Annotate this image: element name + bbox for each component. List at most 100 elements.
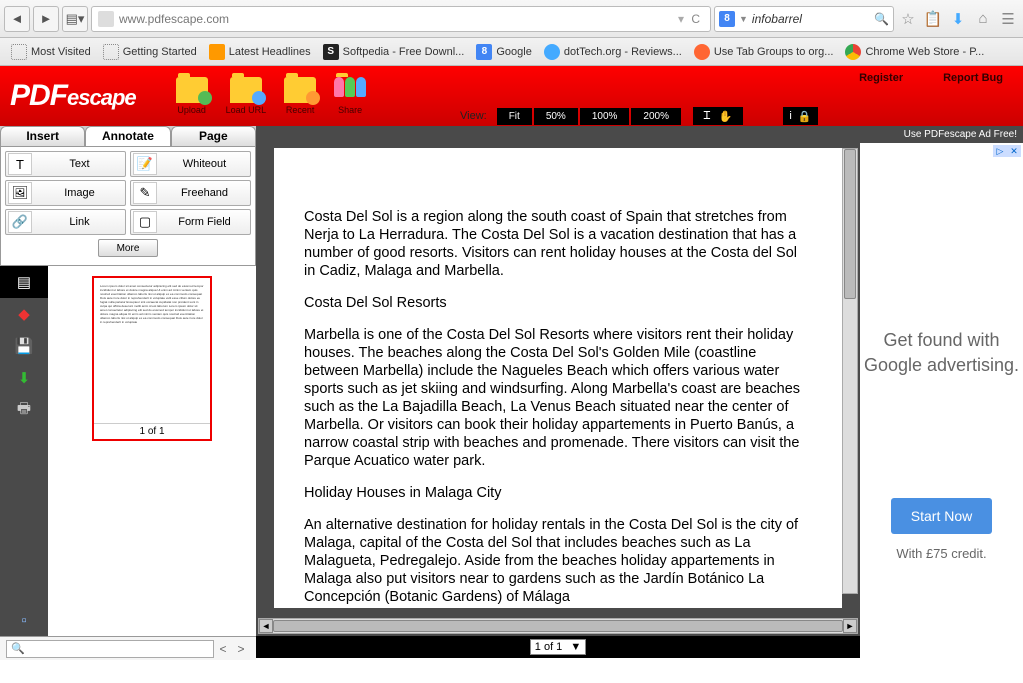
app-header: PDFescape Upload Load URL Recent Share Regi…	[0, 66, 1023, 126]
doc-heading: Costa Del Sol Resorts	[304, 294, 812, 312]
print-icon[interactable]: 🖶	[0, 394, 48, 426]
vertical-scroll-thumb[interactable]	[844, 149, 856, 299]
tool-icon: 🖼	[8, 182, 32, 204]
search-bar[interactable]: 8 ▼ infobarrel 🔍	[714, 6, 894, 32]
tab-page[interactable]: Page	[171, 126, 256, 146]
bookmark-item[interactable]: Getting Started	[98, 42, 202, 62]
horizontal-scrollbar[interactable]: ◄ ►	[258, 618, 858, 634]
bookmark-item[interactable]: Most Visited	[6, 42, 96, 62]
tool-label: Link	[34, 216, 125, 228]
side-icons: ▤ ◆ 💾 ⬇ 🖶 ▫	[0, 266, 48, 636]
bookmark-label: dotTech.org - Reviews...	[564, 46, 682, 58]
header-tool-share[interactable]: Share	[334, 77, 366, 115]
horizontal-scroll-thumb[interactable]	[273, 620, 843, 632]
info-icon: i	[789, 110, 791, 122]
header-tool-upload[interactable]: Upload	[176, 77, 208, 115]
star-icon[interactable]: ☆	[897, 8, 919, 30]
header-tools: Upload Load URL Recent Share	[176, 77, 367, 115]
zoom-200pct[interactable]: 200%	[631, 108, 681, 125]
tool-tabs: InsertAnnotatePage	[0, 126, 256, 146]
tab-annotate[interactable]: Annotate	[85, 126, 170, 146]
adchoices-icon[interactable]: ▷	[993, 145, 1007, 157]
tool-whiteout[interactable]: 📝Whiteout	[130, 151, 251, 177]
search-engine-icon: 8	[719, 11, 735, 27]
find-input[interactable]: 🔍	[6, 640, 214, 658]
home-icon[interactable]: ⌂	[972, 8, 994, 30]
page-thumbnail[interactable]: Lorem ipsum dolor sit amet consectetur a…	[92, 276, 212, 441]
hand-cursor-icon: ✋	[719, 110, 733, 123]
bookmarks-dropdown[interactable]: ▤▾	[62, 6, 88, 32]
folder-icon	[230, 77, 262, 103]
page-selector[interactable]: 1 of 1▼	[530, 639, 586, 655]
register-link[interactable]: Register	[859, 72, 903, 84]
ad-free-link[interactable]: Use PDFescape Ad Free!	[860, 126, 1023, 143]
folder-icon	[334, 77, 366, 103]
download-icon[interactable]: ⬇	[947, 8, 969, 30]
tool-icon: 📝	[133, 153, 157, 175]
ad-cta-button[interactable]: Start Now	[891, 498, 992, 534]
pages-icon[interactable]: ▤	[0, 266, 48, 298]
main-area: InsertAnnotatePage TText📝Whiteout🖼Image✎…	[0, 126, 1023, 658]
vertical-scrollbar[interactable]	[842, 148, 858, 594]
window-icon[interactable]: ▫	[0, 604, 48, 636]
scroll-left-button[interactable]: ◄	[259, 619, 273, 633]
header-tool-label: Load URL	[226, 105, 267, 115]
logo[interactable]: PDFescape	[10, 79, 136, 113]
scroll-right-button[interactable]: ►	[843, 619, 857, 633]
tool-icon: ▢	[133, 211, 157, 233]
document-bottom-bar: 1 of 1▼	[256, 636, 860, 658]
zoom-100pct[interactable]: 100%	[580, 108, 630, 125]
ad-close-icon[interactable]: ✕	[1007, 145, 1021, 157]
info-lock-box[interactable]: i 🔒	[783, 107, 818, 125]
dropdown-caret-icon[interactable]: ▾	[678, 12, 684, 26]
view-bar: View: Fit50%100%200% Ꮖ ✋ i 🔒	[460, 106, 1023, 126]
pdf-icon[interactable]: ◆	[0, 298, 48, 330]
bookmark-item[interactable]: SSoftpedia - Free Downl...	[318, 42, 470, 62]
download-pdf-icon[interactable]: ⬇	[0, 362, 48, 394]
bookmark-item[interactable]: Latest Headlines	[204, 42, 316, 62]
report-bug-link[interactable]: Report Bug	[943, 72, 1003, 84]
bookmark-icon	[11, 44, 27, 60]
zoom-50pct[interactable]: 50%	[534, 108, 578, 125]
cursor-mode[interactable]: Ꮖ ✋	[693, 107, 743, 125]
tool-image[interactable]: 🖼Image	[5, 180, 126, 206]
document-viewer: Costa Del Sol is a region along the sout…	[256, 126, 860, 658]
url-bar[interactable]: www.pdfescape.com ▾ C	[91, 6, 711, 32]
next-page-button[interactable]: >	[232, 642, 250, 656]
thumbnail-label: 1 of 1	[94, 423, 210, 439]
tab-insert[interactable]: Insert	[0, 126, 85, 146]
tool-icon: T	[8, 153, 32, 175]
bookmark-label: Softpedia - Free Downl...	[343, 46, 465, 58]
prev-page-button[interactable]: <	[214, 642, 232, 656]
bookmark-icon	[103, 44, 119, 60]
bookmark-item[interactable]: 8Google	[471, 42, 536, 62]
document-scroll[interactable]: Costa Del Sol is a region along the sout…	[256, 126, 860, 618]
tool-form-field[interactable]: ▢Form Field	[130, 209, 251, 235]
zoom-fit[interactable]: Fit	[497, 108, 532, 125]
bookmark-item[interactable]: Use Tab Groups to org...	[689, 42, 839, 62]
thumb-area: ▤ ◆ 💾 ⬇ 🖶 ▫ Lorem ipsum dolor sit amet c…	[0, 266, 256, 636]
reload-button[interactable]: C	[688, 12, 700, 26]
header-tool-load-url[interactable]: Load URL	[226, 77, 267, 115]
doc-heading: Holiday Houses in Malaga City	[304, 484, 812, 502]
ad-content[interactable]: ▷ ✕ Get found with Google advertising. S…	[860, 143, 1023, 658]
back-button[interactable]: ◄	[4, 6, 30, 32]
header-tool-label: Upload	[177, 105, 206, 115]
forward-button[interactable]: ►	[33, 6, 59, 32]
search-engine-dropdown[interactable]: ▼	[739, 14, 748, 24]
tool-text[interactable]: TText	[5, 151, 126, 177]
bookmark-item[interactable]: Chrome Web Store - P...	[840, 42, 989, 62]
clipboard-icon[interactable]: 📋	[922, 8, 944, 30]
doc-para: Costa Del Sol is a region along the sout…	[304, 208, 812, 280]
tool-freehand[interactable]: ✎Freehand	[130, 180, 251, 206]
bookmark-item[interactable]: dotTech.org - Reviews...	[539, 42, 687, 62]
tool-icon: 🔗	[8, 211, 32, 233]
ad-text: Get found with Google advertising.	[860, 328, 1023, 378]
tool-icon: ✎	[133, 182, 157, 204]
header-tool-recent[interactable]: Recent	[284, 77, 316, 115]
more-button[interactable]: More	[98, 239, 158, 257]
menu-icon[interactable]: ☰	[997, 8, 1019, 30]
save-icon[interactable]: 💾	[0, 330, 48, 362]
search-go-icon[interactable]: 🔍	[874, 12, 889, 26]
tool-link[interactable]: 🔗Link	[5, 209, 126, 235]
